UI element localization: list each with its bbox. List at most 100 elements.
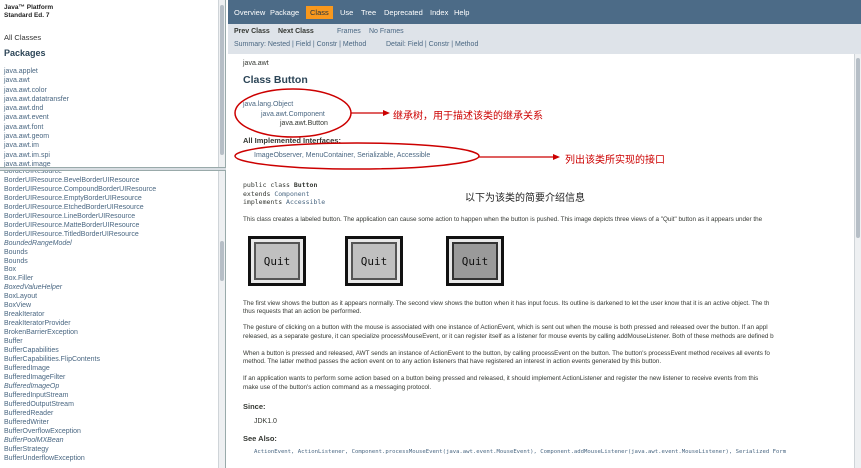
class-link[interactable]: BufferedImage: [4, 365, 156, 374]
package-link[interactable]: java.awt: [4, 76, 69, 85]
quit-button-focused-image: Quit: [345, 236, 403, 286]
inheritance-button: java.awt.Button: [280, 120, 328, 127]
quit-button-pressed-image: Quit: [446, 236, 504, 286]
class-link[interactable]: BufferedReader: [4, 410, 156, 419]
nav-use[interactable]: Use: [340, 8, 353, 17]
interface-link[interactable]: BufferedImageOp: [4, 383, 156, 392]
see-also-links[interactable]: ActionEvent, ActionListener, Component.p…: [254, 448, 786, 456]
since-heading: Since:: [243, 402, 266, 411]
decl-extends: extends: [243, 189, 275, 198]
frames-link[interactable]: Frames: [337, 28, 361, 35]
decl-implements: implements: [243, 198, 287, 206]
class-link[interactable]: BrokenBarrierException: [4, 329, 156, 338]
class-link[interactable]: BufferCapabilities.FlipContents: [4, 356, 156, 365]
see-also-heading: See Also:: [243, 434, 277, 443]
platform-title-line1: Java™ Platform: [4, 4, 54, 11]
package-frame-scrollbar[interactable]: [218, 0, 225, 167]
class-link[interactable]: Buffer: [4, 338, 156, 347]
summary-links[interactable]: Summary: Nested | Field | Constr | Metho…: [234, 41, 366, 48]
quit-label-normal: Quit: [254, 242, 300, 280]
main-frame-scrollbar[interactable]: [854, 54, 861, 468]
class-link[interactable]: BufferedOutputStream: [4, 401, 156, 410]
class-link[interactable]: BufferUnderflowException: [4, 455, 156, 464]
class-frame-scrollbar[interactable]: [218, 171, 225, 468]
nav-overview[interactable]: Overview: [234, 8, 265, 17]
detail-links[interactable]: Detail: Field | Constr | Method: [386, 41, 478, 48]
nav-deprecated[interactable]: Deprecated: [384, 8, 423, 17]
package-link[interactable]: java.awt.im: [4, 141, 69, 150]
class-link[interactable]: Box.Filler: [4, 275, 156, 284]
decl-interface-link[interactable]: Accessible: [286, 198, 325, 206]
class-title: Class Button: [243, 74, 308, 86]
package-list: java.applet java.awt java.awt.color java.aw…: [4, 67, 69, 167]
no-frames-link[interactable]: No Frames: [369, 28, 404, 35]
class-link[interactable]: BorderUIResource.EmptyBorderUIResource: [4, 195, 156, 204]
nav-tree[interactable]: Tree: [361, 8, 376, 17]
since-value: JDK1.0: [254, 418, 277, 425]
class-link[interactable]: BufferOverflowException: [4, 428, 156, 437]
class-link[interactable]: BorderUIResource.MatteBorderUIResource: [4, 222, 156, 231]
class-link[interactable]: Box: [4, 266, 156, 275]
inheritance-component[interactable]: java.awt.Component: [261, 111, 325, 118]
nav-help[interactable]: Help: [454, 8, 469, 17]
para3-line2: method. The latter method passes the act…: [243, 358, 662, 365]
platform-title: Java™ Platform Standard Ed. 7: [4, 4, 53, 20]
para4-line2: make use of the button's action command …: [243, 384, 432, 391]
all-classes-link[interactable]: All Classes: [4, 33, 41, 42]
decl-superclass-link[interactable]: Component: [274, 190, 309, 198]
class-link[interactable]: Bounds: [4, 249, 156, 258]
prev-class-link[interactable]: Prev Class: [234, 28, 270, 35]
platform-title-line2: Standard Ed. 7: [4, 12, 50, 19]
class-list-frame: BorderUIResource BorderUIResource.BevelBo…: [0, 171, 226, 468]
para2-line2: released, as a separate gesture, it can …: [243, 333, 774, 340]
class-link[interactable]: BoxView: [4, 302, 156, 311]
package-link[interactable]: java.awt.dnd: [4, 104, 69, 113]
interfaces-list[interactable]: ImageObserver, MenuContainer, Serializab…: [254, 152, 430, 159]
package-link[interactable]: java.awt.event: [4, 113, 69, 122]
package-link[interactable]: java.awt.font: [4, 123, 69, 132]
class-link[interactable]: BreakIteratorProvider: [4, 320, 156, 329]
class-link[interactable]: BorderUIResource.BevelBorderUIResource: [4, 177, 156, 186]
interface-link[interactable]: BoundedRangeModel: [4, 240, 156, 249]
sub-navbar: Prev Class Next Class Frames No Frames S…: [228, 24, 861, 54]
class-link[interactable]: BorderUIResource.CompoundBorderUIResourc…: [4, 186, 156, 195]
class-list: BorderUIResource BorderUIResource.BevelBo…: [4, 171, 156, 463]
package-frame-scroll-thumb[interactable]: [220, 5, 224, 155]
interfaces-annotation: 列出该类所实现的接口: [565, 155, 665, 166]
class-link[interactable]: BorderUIResource.TitledBorderUIResource: [4, 231, 156, 240]
package-link[interactable]: java.awt.geom: [4, 132, 69, 141]
class-link[interactable]: BreakIterator: [4, 311, 156, 320]
package-link[interactable]: java.awt.datatransfer: [4, 95, 69, 104]
nav-class[interactable]: Class: [306, 6, 333, 19]
package-link[interactable]: java.awt.color: [4, 86, 69, 95]
package-link[interactable]: java.awt.im.spi: [4, 151, 69, 160]
next-class-link[interactable]: Next Class: [278, 28, 314, 35]
main-frame-scroll-thumb[interactable]: [856, 58, 860, 238]
class-link[interactable]: BufferedImageFilter: [4, 374, 156, 383]
nav-index[interactable]: Index: [430, 8, 448, 17]
packages-heading: Packages: [4, 48, 46, 58]
package-link[interactable]: java.applet: [4, 67, 69, 76]
interface-link[interactable]: BoxedValueHelper: [4, 284, 156, 293]
inheritance-object[interactable]: java.lang.Object: [243, 101, 293, 108]
package-link[interactable]: java.awt.image: [4, 160, 69, 167]
class-link[interactable]: BufferedWriter: [4, 419, 156, 428]
class-link[interactable]: BoxLayout: [4, 293, 156, 302]
interface-link[interactable]: BufferPoolMXBean: [4, 437, 156, 446]
class-link[interactable]: Bounds: [4, 258, 156, 267]
class-detail-frame: Overview Package Class Use Tree Deprecat…: [228, 0, 861, 468]
package-name: java.awt: [243, 60, 269, 67]
quit-label-focused: Quit: [351, 242, 397, 280]
class-link[interactable]: BufferStrategy: [4, 446, 156, 455]
quit-button-normal-image: Quit: [248, 236, 306, 286]
package-list-frame: Java™ Platform Standard Ed. 7 All Classe…: [0, 0, 226, 167]
decl-public-class: public class: [243, 181, 294, 189]
nav-package[interactable]: Package: [270, 8, 299, 17]
class-link[interactable]: BorderUIResource.EtchedBorderUIResource: [4, 204, 156, 213]
class-link[interactable]: BufferCapabilities: [4, 347, 156, 356]
class-declaration: public class Button extends Component im…: [243, 181, 325, 207]
interfaces-heading: All Implemented Interfaces:: [243, 136, 341, 145]
class-link[interactable]: BorderUIResource.LineBorderUIResource: [4, 213, 156, 222]
class-link[interactable]: BufferedInputStream: [4, 392, 156, 401]
class-frame-scroll-thumb[interactable]: [220, 241, 224, 281]
